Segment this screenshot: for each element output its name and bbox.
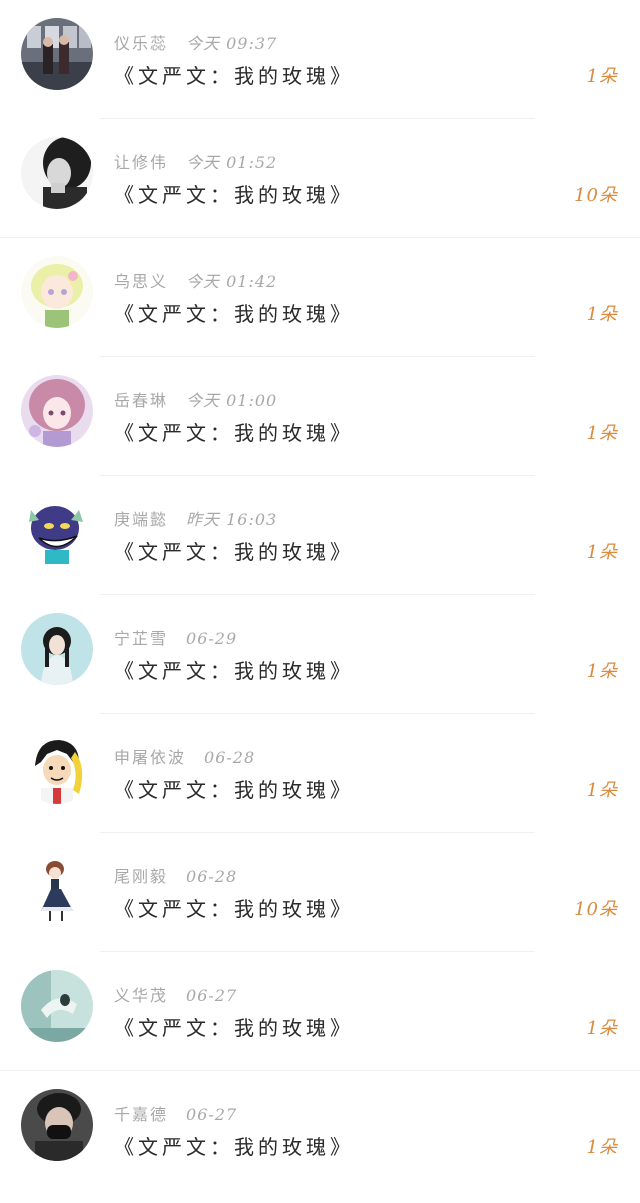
work-title: 《文严文：我的玫瑰》 <box>114 1135 354 1159</box>
sender-name: 庚端懿 <box>114 510 169 529</box>
sender-name: 尾刚毅 <box>114 867 169 886</box>
flower-count: 1朵 <box>586 661 618 682</box>
list-item[interactable]: 让修伟 今天 01:52 《文严文：我的玫瑰》 10朵 <box>0 119 640 238</box>
flower-count: 10朵 <box>574 185 618 206</box>
send-time: 06-29 <box>186 629 238 648</box>
send-time: 06-27 <box>186 1105 238 1124</box>
sender-line: 乌思义 今天 01:42 <box>114 268 277 292</box>
list-item[interactable]: 宁芷雪 06-29 《文严文：我的玫瑰》 1朵 <box>0 595 640 714</box>
send-time: 今天 01:52 <box>186 153 278 172</box>
send-time: 昨天 16:03 <box>186 510 278 529</box>
flower-count: 1朵 <box>586 1137 618 1158</box>
avatar[interactable] <box>21 851 93 923</box>
avatar[interactable] <box>21 494 93 566</box>
list-item[interactable]: 岳春琳 今天 01:00 《文严文：我的玫瑰》 1朵 <box>0 357 640 476</box>
send-time: 今天 01:42 <box>186 272 278 291</box>
sender-name: 宁芷雪 <box>114 629 169 648</box>
sender-name: 岳春琳 <box>114 391 169 410</box>
work-title: 《文严文：我的玫瑰》 <box>114 540 354 564</box>
bw-portrait-avatar-icon <box>21 137 93 209</box>
anime-girl-avatar-icon <box>21 256 93 328</box>
flower-count: 1朵 <box>586 780 618 801</box>
couple-photo-avatar-icon <box>21 18 93 90</box>
flower-count: 1朵 <box>586 542 618 563</box>
list-item[interactable]: 义华茂 06-27 《文严文：我的玫瑰》 1朵 <box>0 952 640 1071</box>
sender-name: 千嘉德 <box>114 1105 169 1124</box>
work-title: 《文严文：我的玫瑰》 <box>114 778 354 802</box>
sender-name: 申屠依波 <box>114 748 187 767</box>
avatar[interactable] <box>21 18 93 90</box>
sender-line: 让修伟 今天 01:52 <box>114 149 277 173</box>
sender-name: 义华茂 <box>114 986 169 1005</box>
avatar[interactable] <box>21 732 93 804</box>
work-title: 《文严文：我的玫瑰》 <box>114 183 354 207</box>
sender-line: 申屠依波 06-28 <box>114 744 255 768</box>
work-title: 《文严文：我的玫瑰》 <box>114 659 354 683</box>
work-title: 《文严文：我的玫瑰》 <box>114 1016 354 1040</box>
cartoon-monster-avatar-icon <box>21 494 93 566</box>
send-time: 今天 01:00 <box>186 391 278 410</box>
send-time: 今天 09:37 <box>186 34 278 53</box>
list-item[interactable]: 尾刚毅 06-28 《文严文：我的玫瑰》 10朵 <box>0 833 640 952</box>
work-title: 《文严文：我的玫瑰》 <box>114 302 354 326</box>
send-time: 06-27 <box>186 986 238 1005</box>
work-title: 《文严文：我的玫瑰》 <box>114 421 354 445</box>
avatar[interactable] <box>21 256 93 328</box>
sender-line: 仪乐蕊 今天 09:37 <box>114 30 277 54</box>
anime-boy-avatar-icon <box>21 732 93 804</box>
sender-line: 宁芷雪 06-29 <box>114 625 237 649</box>
send-time: 06-28 <box>186 867 238 886</box>
send-time: 06-28 <box>204 748 256 767</box>
list-item[interactable]: 千嘉德 06-27 《文严文：我的玫瑰》 1朵 <box>0 1071 640 1190</box>
mint-scene-avatar-icon <box>21 970 93 1042</box>
sender-line: 千嘉德 06-27 <box>114 1101 237 1125</box>
flower-count: 10朵 <box>574 899 618 920</box>
list-item[interactable]: 申屠依波 06-28 《文严文：我的玫瑰》 1朵 <box>0 714 640 833</box>
anime-girl-pink-avatar-icon <box>21 375 93 447</box>
sender-name: 仪乐蕊 <box>114 34 169 53</box>
sender-line: 义华茂 06-27 <box>114 982 237 1006</box>
flower-count: 1朵 <box>586 304 618 325</box>
avatar[interactable] <box>21 970 93 1042</box>
work-title: 《文严文：我的玫瑰》 <box>114 64 354 88</box>
flower-count: 1朵 <box>586 66 618 87</box>
sender-line: 尾刚毅 06-28 <box>114 863 237 887</box>
avatar[interactable] <box>21 1089 93 1161</box>
chibi-girl-avatar-icon <box>21 851 93 923</box>
flower-count: 1朵 <box>586 423 618 444</box>
work-title: 《文严文：我的玫瑰》 <box>114 897 354 921</box>
avatar[interactable] <box>21 613 93 685</box>
flower-count: 1朵 <box>586 1018 618 1039</box>
avatar[interactable] <box>21 375 93 447</box>
list-item[interactable]: 乌思义 今天 01:42 《文严文：我的玫瑰》 1朵 <box>0 238 640 357</box>
masked-person-avatar-icon <box>21 1089 93 1161</box>
sender-line: 岳春琳 今天 01:00 <box>114 387 277 411</box>
sender-name: 乌思义 <box>114 272 169 291</box>
list-item[interactable]: 仪乐蕊 今天 09:37 《文严文：我的玫瑰》 1朵 <box>0 0 640 119</box>
gift-record-list: 仪乐蕊 今天 09:37 《文严文：我的玫瑰》 1朵 让修伟 今天 01:52 《文… <box>0 0 640 1203</box>
girl-teal-avatar-icon <box>21 613 93 685</box>
sender-line: 庚端懿 昨天 16:03 <box>114 506 277 530</box>
avatar[interactable] <box>21 137 93 209</box>
list-item[interactable]: 庚端懿 昨天 16:03 《文严文：我的玫瑰》 1朵 <box>0 476 640 595</box>
sender-name: 让修伟 <box>114 153 169 172</box>
